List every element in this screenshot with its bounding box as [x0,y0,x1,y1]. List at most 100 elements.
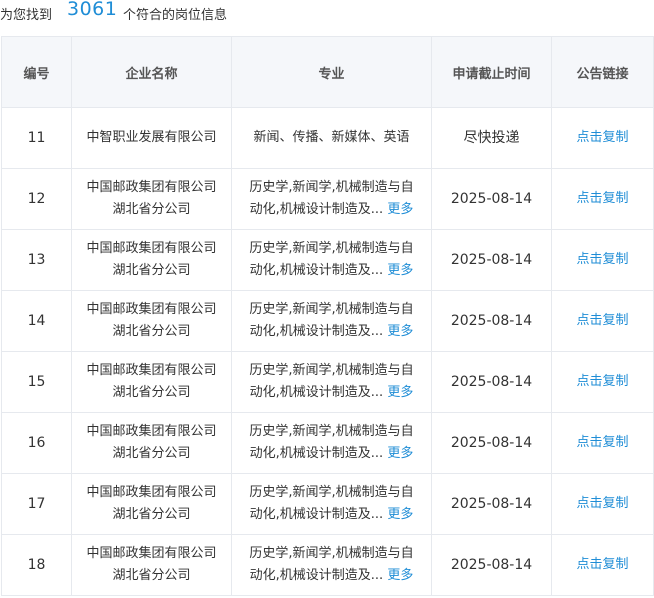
row-company: 中国邮政集团有限公司 湖北省分公司 [71,412,232,474]
row-deadline: 2025-08-14 [431,168,552,230]
company-name-line: 湖北省分公司 [112,446,191,461]
row-major: 新闻、传播、新媒体、英语 [231,107,432,169]
major-text-line: 动化,机械设计制造及... 更多 [233,504,431,526]
row-link-cell: 点击复制 [551,473,654,535]
major-text-line: 动化,机械设计制造及... 更多 [233,443,431,465]
row-deadline: 2025-08-14 [431,412,552,474]
more-link[interactable]: 更多 [387,507,413,522]
company-name-line: 中国邮政集团有限公司 [86,485,217,500]
major-text-line: 历史学,新闻学,机械制造与自 [249,302,414,317]
row-company: 中国邮政集团有限公司 湖北省分公司 [71,351,232,413]
header-row: 编号 企业名称 专业 申请截止时间 公告链接 [1,36,654,108]
row-major: 历史学,新闻学,机械制造与自 动化,机械设计制造及... 更多 [231,168,432,230]
company-name-line: 中国邮政集团有限公司 [86,363,217,378]
copy-link-button[interactable]: 点击复制 [576,557,628,572]
job-table: 编号 企业名称 专业 申请截止时间 公告链接 11 中智职业发展有限公司 新闻、… [1,36,654,596]
more-link[interactable]: 更多 [387,568,413,583]
major-text-truncated: 动化,机械设计制造及... [249,446,384,461]
copy-link-button[interactable]: 点击复制 [576,313,628,328]
header-link: 公告链接 [551,36,654,108]
company-name-line: 中国邮政集团有限公司 [86,180,217,195]
table-row: 17 中国邮政集团有限公司 湖北省分公司 历史学,新闻学,机械制造与自 动化,机… [1,473,654,535]
major-text-line: 历史学,新闻学,机械制造与自 [249,180,414,195]
copy-link-button[interactable]: 点击复制 [576,374,628,389]
major-text-truncated: 动化,机械设计制造及... [249,507,384,522]
row-company: 中国邮政集团有限公司 湖北省分公司 [71,473,232,535]
row-index: 14 [1,290,72,352]
header-major: 专业 [231,36,432,108]
row-index: 17 [1,473,72,535]
header-deadline: 申请截止时间 [431,36,552,108]
company-name-line: 中国邮政集团有限公司 [86,546,217,561]
row-link-cell: 点击复制 [551,229,654,291]
company-name-line: 湖北省分公司 [112,507,191,522]
row-company: 中国邮政集团有限公司 湖北省分公司 [71,534,232,596]
major-text-line: 历史学,新闻学,机械制造与自 [249,241,414,256]
header-company: 企业名称 [71,36,232,108]
row-deadline: 2025-08-14 [431,229,552,291]
more-link[interactable]: 更多 [387,263,413,278]
company-name-line: 中国邮政集团有限公司 [86,424,217,439]
row-index: 12 [1,168,72,230]
major-text-truncated: 动化,机械设计制造及... [249,568,384,583]
company-name-line: 湖北省分公司 [112,202,191,217]
results-prefix: 为您找到 [0,8,53,23]
company-name-line: 中智职业发展有限公司 [86,130,217,145]
company-name-line: 湖北省分公司 [112,385,191,400]
copy-link-button[interactable]: 点击复制 [576,191,628,206]
major-text-line: 历史学,新闻学,机械制造与自 [249,485,414,500]
major-text-line: 动化,机械设计制造及... 更多 [233,199,431,221]
row-major: 历史学,新闻学,机械制造与自 动化,机械设计制造及... 更多 [231,351,432,413]
more-link[interactable]: 更多 [387,324,413,339]
job-table-header: 编号 企业名称 专业 申请截止时间 公告链接 [1,36,654,108]
row-major: 历史学,新闻学,机械制造与自 动化,机械设计制造及... 更多 [231,534,432,596]
major-text-line: 动化,机械设计制造及... 更多 [233,321,431,343]
row-link-cell: 点击复制 [551,290,654,352]
row-company: 中智职业发展有限公司 [71,107,232,169]
more-link[interactable]: 更多 [387,385,413,400]
table-row: 12 中国邮政集团有限公司 湖北省分公司 历史学,新闻学,机械制造与自 动化,机… [1,168,654,230]
major-text-truncated: 动化,机械设计制造及... [249,385,384,400]
more-link[interactable]: 更多 [387,446,413,461]
row-major: 历史学,新闻学,机械制造与自 动化,机械设计制造及... 更多 [231,229,432,291]
row-deadline: 2025-08-14 [431,534,552,596]
row-index: 16 [1,412,72,474]
row-link-cell: 点击复制 [551,107,654,169]
row-deadline: 2025-08-14 [431,290,552,352]
row-link-cell: 点击复制 [551,351,654,413]
row-index: 18 [1,534,72,596]
row-link-cell: 点击复制 [551,168,654,230]
company-name-line: 湖北省分公司 [112,568,191,583]
header-index: 编号 [1,36,72,108]
row-major: 历史学,新闻学,机械制造与自 动化,机械设计制造及... 更多 [231,473,432,535]
copy-link-button[interactable]: 点击复制 [576,252,628,267]
table-row: 16 中国邮政集团有限公司 湖北省分公司 历史学,新闻学,机械制造与自 动化,机… [1,412,654,474]
major-text-line: 历史学,新闻学,机械制造与自 [249,424,414,439]
row-company: 中国邮政集团有限公司 湖北省分公司 [71,290,232,352]
company-name-line: 中国邮政集团有限公司 [86,302,217,317]
row-company: 中国邮政集团有限公司 湖北省分公司 [71,229,232,291]
copy-link-button[interactable]: 点击复制 [576,496,628,511]
major-text-line: 动化,机械设计制造及... 更多 [233,260,431,282]
results-suffix: 个符合的岗位信息 [123,8,228,23]
major-text-line: 历史学,新闻学,机械制造与自 [249,363,414,378]
row-deadline: 2025-08-14 [431,473,552,535]
row-company: 中国邮政集团有限公司 湖北省分公司 [71,168,232,230]
row-index: 11 [1,107,72,169]
row-index: 13 [1,229,72,291]
major-text-truncated: 动化,机械设计制造及... [249,202,384,217]
table-row: 14 中国邮政集团有限公司 湖北省分公司 历史学,新闻学,机械制造与自 动化,机… [1,290,654,352]
major-text-line: 动化,机械设计制造及... 更多 [233,565,431,587]
row-link-cell: 点击复制 [551,412,654,474]
copy-link-button[interactable]: 点击复制 [576,130,628,145]
row-index: 15 [1,351,72,413]
row-major: 历史学,新闻学,机械制造与自 动化,机械设计制造及... 更多 [231,290,432,352]
more-link[interactable]: 更多 [387,202,413,217]
row-deadline: 2025-08-14 [431,351,552,413]
major-text-line: 新闻、传播、新媒体、英语 [253,130,410,145]
major-text-truncated: 动化,机械设计制造及... [249,263,384,278]
table-row: 13 中国邮政集团有限公司 湖北省分公司 历史学,新闻学,机械制造与自 动化,机… [1,229,654,291]
copy-link-button[interactable]: 点击复制 [576,435,628,450]
major-text-truncated: 动化,机械设计制造及... [249,324,384,339]
major-text-line: 历史学,新闻学,机械制造与自 [249,546,414,561]
